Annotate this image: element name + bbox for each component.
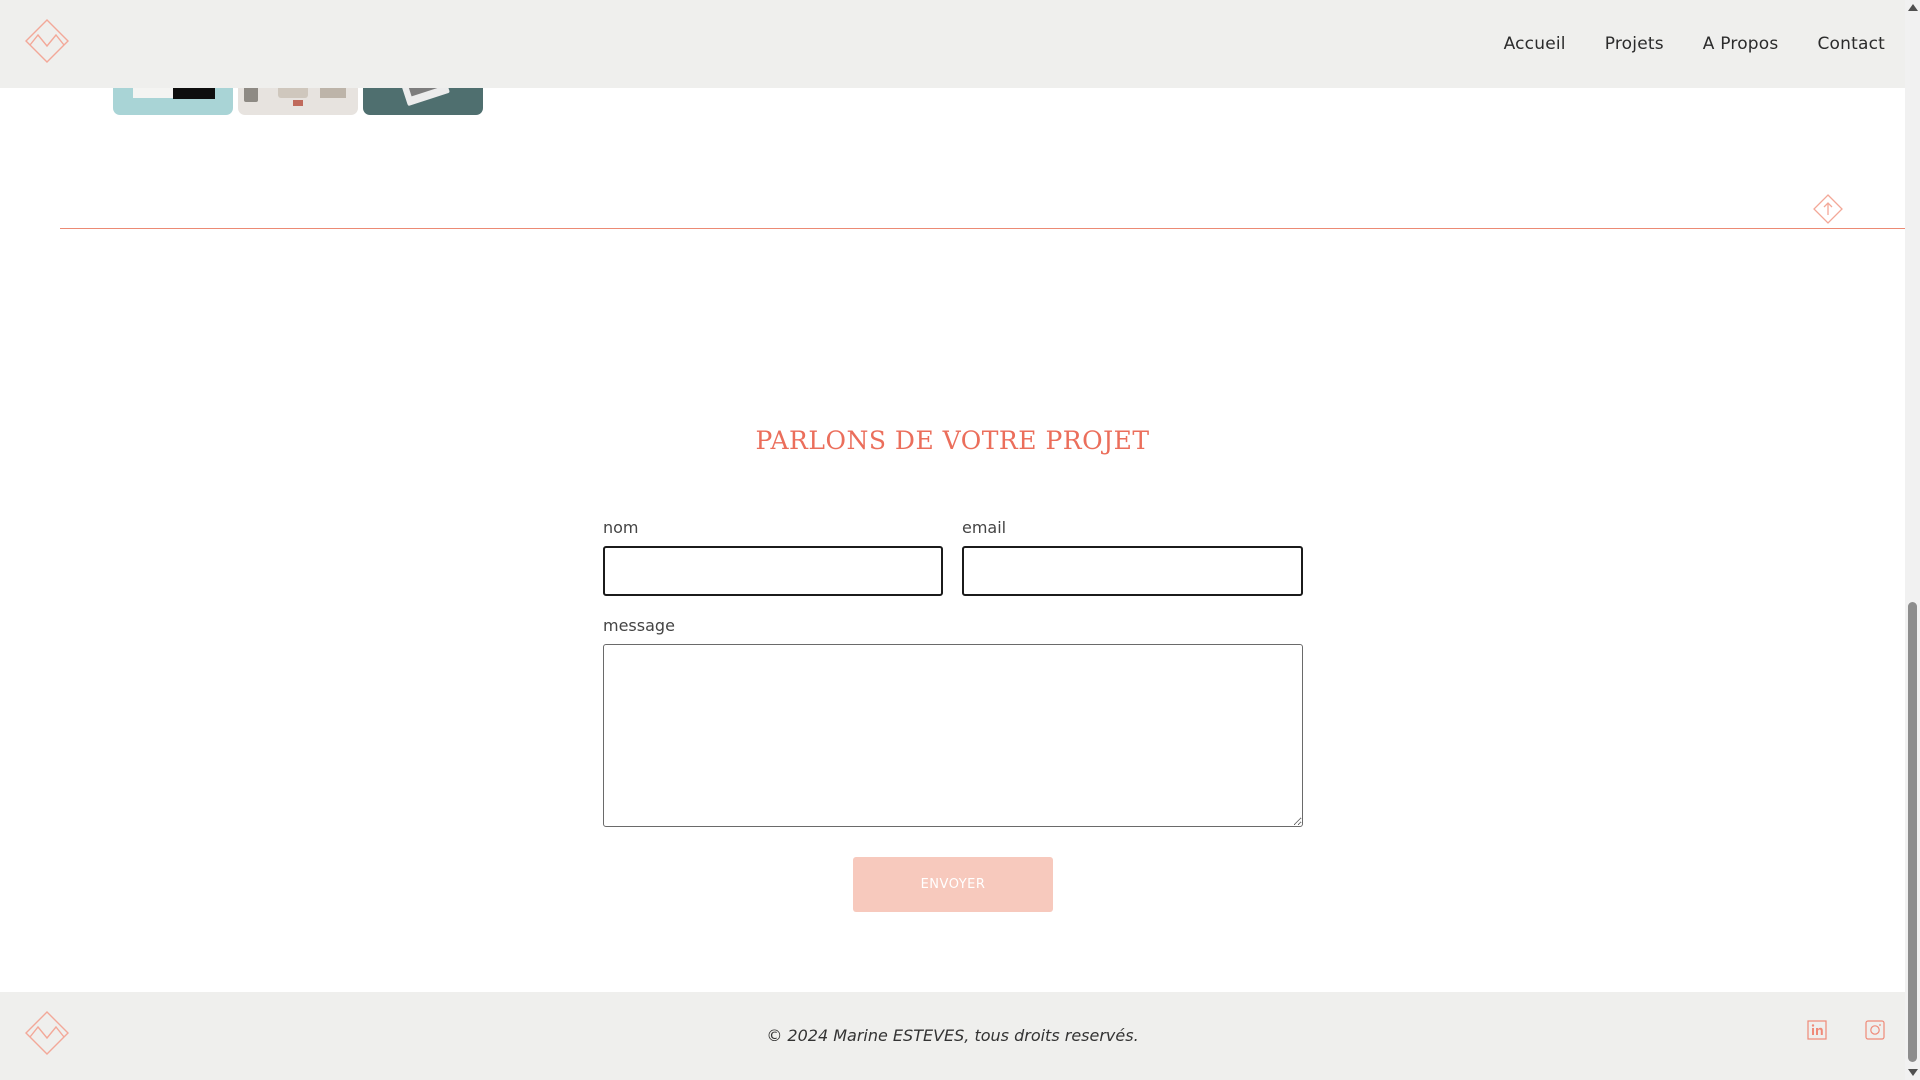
email-input[interactable] (962, 546, 1303, 596)
message-textarea[interactable] (603, 644, 1303, 827)
scroll-down-icon[interactable] (1908, 1069, 1918, 1076)
nav-item-projets[interactable]: Projets (1605, 34, 1664, 54)
scroll-up-icon[interactable] (1908, 4, 1918, 11)
nav-item-accueil[interactable]: Accueil (1504, 34, 1566, 54)
send-button[interactable]: ENVOYER (853, 857, 1053, 912)
name-input[interactable] (603, 546, 943, 596)
copyright-text: © 2024 Marine ESTEVES, tous droits reser… (766, 1026, 1139, 1045)
scrollbar-thumb[interactable] (1908, 602, 1917, 1062)
main-nav: Accueil Projets A Propos Contact (1504, 0, 1885, 88)
message-label: message (603, 616, 675, 635)
section-divider (60, 228, 1905, 229)
site-header: Accueil Projets A Propos Contact (0, 0, 1905, 88)
name-label: nom (603, 518, 639, 537)
instagram-icon[interactable] (1865, 1020, 1885, 1040)
page-scrollbar[interactable] (1905, 0, 1920, 1080)
email-label: email (962, 518, 1007, 537)
thumbnail-shape (320, 88, 346, 98)
logo-icon[interactable] (24, 18, 70, 64)
nav-item-contact[interactable]: Contact (1817, 34, 1885, 54)
contact-title: PARLONS DE VOTRE PROJET (755, 426, 1150, 455)
thumbnail-shape (293, 100, 303, 106)
back-to-top-icon[interactable] (1813, 194, 1843, 224)
site-footer: © 2024 Marine ESTEVES, tous droits reser… (0, 992, 1905, 1080)
nav-item-a-propos[interactable]: A Propos (1703, 34, 1779, 54)
linkedin-icon[interactable] (1807, 1020, 1827, 1040)
